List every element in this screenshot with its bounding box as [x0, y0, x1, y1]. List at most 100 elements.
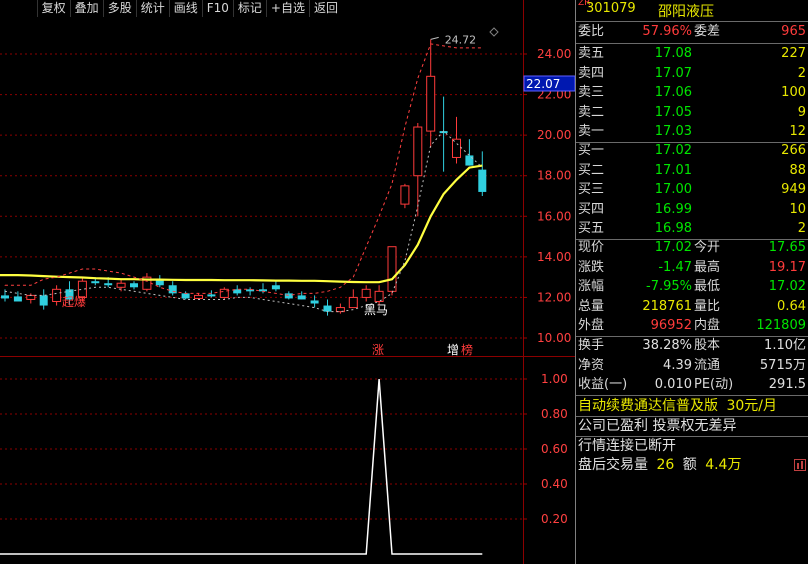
ask-label: 卖三: [578, 85, 605, 101]
candle-body: [361, 288, 371, 298]
weicha-label: 委差: [694, 24, 721, 39]
signal-label-zhang: 涨: [372, 342, 384, 357]
fuquan-button[interactable]: 复权: [36, 0, 70, 17]
indicator-tick-label: 1.00: [541, 372, 568, 386]
bid-row: 买三 17.00 949: [576, 180, 808, 200]
candle-body: [413, 126, 423, 177]
signal-label-heima: 黑马: [364, 303, 388, 317]
fund-value: 4.39: [663, 357, 692, 373]
stat-value: -7.95%: [646, 279, 692, 295]
bid-price: 16.98: [654, 221, 692, 237]
candle-body: [91, 281, 100, 284]
company-note: 公司已盈利 投票权无差异: [578, 418, 737, 434]
stat-value: -1.47: [658, 259, 692, 275]
stat-value: 17.65: [768, 240, 806, 255]
f10-button[interactable]: F10: [201, 0, 233, 17]
draw-line-button[interactable]: 画线: [168, 0, 202, 17]
high-price-label: 24.72: [445, 33, 477, 46]
ask-label: 卖二: [578, 104, 605, 120]
ask-price: 17.05: [654, 104, 692, 120]
bid-row: 买五 16.98 2: [576, 219, 808, 239]
overlay-button[interactable]: 叠加: [69, 0, 103, 17]
candle-body: [52, 288, 62, 302]
bid-row: 买一 17.02 266: [576, 141, 808, 161]
candle-body: [297, 295, 306, 300]
indicator-line: [0, 378, 483, 555]
candle-body: [465, 155, 474, 166]
bid-volume: 2: [797, 221, 806, 237]
bid-label: 买四: [578, 201, 605, 217]
bid-price: 17.00: [654, 182, 692, 198]
fund-label: 流通: [694, 357, 721, 373]
chart-settings-icon: [489, 27, 499, 37]
ask-volume: 12: [789, 124, 806, 140]
bid-row: 买二 17.01 88: [576, 161, 808, 181]
stat-value: 96952: [650, 318, 692, 334]
lower-band: [4, 130, 483, 313]
candle-body: [39, 295, 48, 306]
weibi-value: 57.96%: [642, 24, 692, 39]
mark-button[interactable]: 标记: [232, 0, 266, 17]
ask-row: 卖一 17.03 12: [576, 122, 808, 142]
stat-row: 外盘 96952 内盘 121809: [576, 316, 808, 336]
ask-price: 17.06: [654, 85, 692, 101]
quote-panel: ZR 301079 邵阳液压 委比 57.96% 委差 965 卖五 17.08 2…: [575, 0, 808, 564]
stat-label: 内盘: [694, 318, 721, 334]
stat-row: 现价 17.02 今开 17.65: [576, 238, 808, 258]
ask-label: 卖五: [578, 46, 605, 61]
indicator-tick-label: 0.60: [541, 442, 568, 456]
stock-title: ZR 301079 邵阳液压: [576, 0, 808, 20]
candle-body: [26, 294, 36, 300]
ask-price: 17.03: [654, 124, 692, 140]
statistics-button[interactable]: 统计: [135, 0, 169, 17]
ask-label: 卖四: [578, 65, 605, 81]
candle-body: [130, 283, 138, 288]
connection-status: 行情连接已断开: [578, 438, 676, 454]
ask-row: 卖三 17.06 100: [576, 83, 808, 103]
back-button[interactable]: 返回: [308, 0, 342, 17]
ask-volume: 227: [781, 46, 806, 61]
fund-label: 净资: [578, 357, 605, 373]
ask-volume: 100: [781, 85, 806, 101]
price-tick-label: 20.00: [537, 128, 571, 142]
bid-price: 17.01: [654, 162, 692, 178]
candle-body: [387, 246, 397, 292]
ask-row: 卖五 17.08 227: [576, 44, 808, 64]
add-watchlist-button[interactable]: +自选: [265, 0, 309, 17]
candle-body: [374, 290, 384, 302]
stat-label: 总量: [578, 298, 605, 314]
candle-body: [400, 185, 410, 205]
fundamental-row: 收益(一) 0.010 PE(动) 291.5: [576, 375, 808, 395]
multi-stock-button[interactable]: 多股: [102, 0, 136, 17]
stat-label: 最低: [694, 279, 721, 295]
fund-label: 换手: [578, 338, 605, 353]
candle-body: [116, 282, 126, 288]
fundamental-row: 换手 38.28% 股本 1.10亿: [576, 336, 808, 356]
indicator-tick-label: 0.40: [541, 477, 568, 491]
subscription-notice[interactable]: 自动续费通达信普及版 30元/月: [578, 396, 777, 416]
fund-label: 股本: [694, 338, 721, 353]
price-tick-label: 18.00: [537, 169, 571, 183]
fund-value: 1.10亿: [764, 338, 806, 353]
price-tick-label: 10.00: [537, 331, 571, 345]
kline-chart-svg[interactable]: 24.0022.0020.0018.0016.0014.0012.0010.00…: [0, 0, 575, 564]
chart-toolbar: 复权 叠加 多股 统计 画线 F10 标记 +自选 返回: [36, 0, 342, 17]
weibi-label: 委比: [578, 24, 605, 39]
stock-code: 301079: [586, 1, 636, 16]
stat-row: 涨跌 -1.47 最高 19.17: [576, 258, 808, 278]
chart-toggle-icon[interactable]: [794, 459, 806, 471]
price-tick-label: 14.00: [537, 250, 571, 264]
kline-chart-pane[interactable]: 24.00 22.00 20.00 18.00 16.00 14.00 12.00 10.00…: [0, 0, 575, 564]
stat-label: 外盘: [578, 318, 605, 334]
after-hours-row: 盘后交易量 26 额 4.4万: [578, 457, 742, 473]
indicator-tick-label: 0.20: [541, 512, 568, 526]
candle-body: [271, 285, 280, 290]
bid-price: 16.99: [654, 201, 692, 217]
price-tick-label: 12.00: [537, 290, 571, 304]
stock-name: 邵阳液压: [658, 4, 714, 20]
stat-label: 量比: [694, 298, 721, 314]
fund-value: 0.010: [654, 377, 692, 393]
ask-row: 卖二 17.05 9: [576, 103, 808, 123]
bid-label: 买三: [578, 182, 605, 198]
fund-label: 收益(一): [578, 377, 628, 393]
